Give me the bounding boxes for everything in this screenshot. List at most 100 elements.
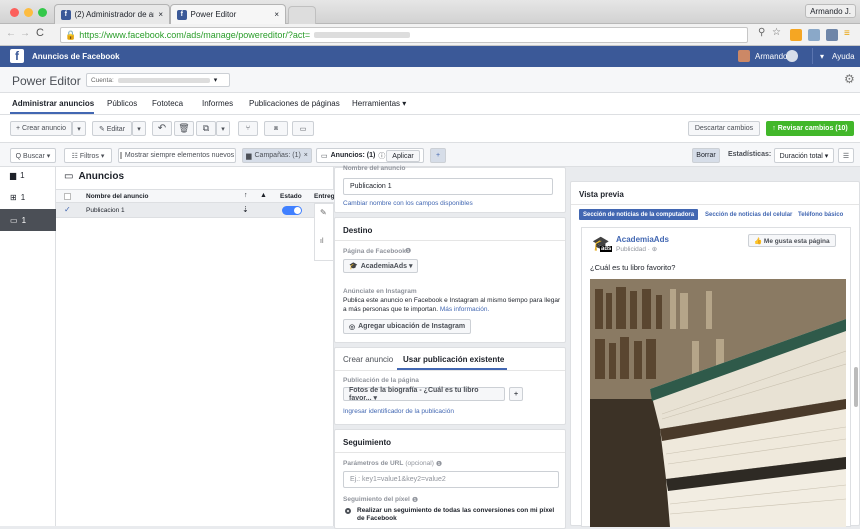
ad-name-card: Nombre del anuncio Publicacion 1 Cambiar…: [334, 165, 566, 213]
tab-administrar-anuncios[interactable]: Administrar anuncios: [12, 99, 94, 108]
rail-campaigns[interactable]: ▆ 1: [10, 171, 25, 180]
rules-icon[interactable]: ⧈: [264, 121, 288, 136]
pixel-radio[interactable]: [345, 508, 351, 514]
zoom-window-icon[interactable]: [38, 8, 47, 17]
columns-icon[interactable]: ☰: [838, 148, 854, 163]
gear-icon[interactable]: ⚙: [844, 72, 855, 86]
search-button[interactable]: Q Buscar ▾: [10, 148, 56, 163]
filters-button[interactable]: ☷ Filtros ▾: [64, 148, 112, 163]
more-info-link[interactable]: Más información.: [440, 306, 490, 313]
stats-select[interactable]: Duración total ▾: [774, 148, 834, 163]
user-name[interactable]: Armando: [755, 52, 787, 61]
new-tab-button[interactable]: [288, 6, 316, 24]
discard-changes-button[interactable]: Descartar cambios: [688, 121, 760, 136]
reload-icon[interactable]: C: [36, 27, 44, 39]
ad-icon: ▭: [64, 171, 74, 182]
extension-icon[interactable]: [808, 29, 820, 41]
split-icon[interactable]: ⑂: [238, 121, 258, 136]
tab-create-ad[interactable]: Crear anuncio: [343, 355, 393, 364]
account-selector[interactable]: Cuenta: ▾: [86, 73, 230, 87]
menu-icon[interactable]: ≡: [844, 28, 850, 39]
column-header-status[interactable]: Estado: [280, 193, 302, 200]
create-dropdown-button[interactable]: ▾: [72, 121, 86, 136]
url-input[interactable]: 🔒 https://www.facebook.com/ads/manage/po…: [60, 27, 748, 43]
forward-icon[interactable]: →: [20, 28, 30, 39]
undo-icon[interactable]: ↶: [152, 121, 172, 136]
globe-icon[interactable]: [786, 50, 798, 62]
extension-icon[interactable]: [826, 29, 838, 41]
power-editor-header: Power Editor Cuenta: ▾ ⚙: [0, 67, 860, 93]
add-instagram-button[interactable]: ◎ Agregar ubicación de Instagram: [343, 319, 472, 334]
preview-icon[interactable]: ▭: [292, 121, 314, 136]
tab-publicos[interactable]: Públicos: [107, 99, 137, 108]
table-row[interactable]: ✓ Publicacion 1 ⇣: [56, 203, 334, 218]
tab-herramientas[interactable]: Herramientas ▾: [352, 99, 406, 108]
sort-icon[interactable]: ↑: [244, 192, 248, 199]
trash-icon[interactable]: 🗑: [174, 121, 194, 136]
column-header-name[interactable]: Nombre del anuncio: [86, 193, 148, 200]
facebook-icon: f: [61, 9, 71, 20]
facebook-page-select[interactable]: 🎓 AcademiaAds ▾: [343, 259, 419, 273]
chart-icon[interactable]: ıl: [320, 238, 324, 245]
tab-fototeca[interactable]: Fototeca: [152, 99, 183, 108]
app-title[interactable]: Anuncios de Facebook: [32, 52, 120, 61]
browser-tab-admin[interactable]: f (2) Administrador de anunc ×: [54, 4, 170, 24]
apply-button[interactable]: Aplicar: [386, 150, 420, 162]
chevron-down-icon[interactable]: ▾: [820, 52, 824, 61]
tab-use-existing-post[interactable]: Usar publicación existente: [403, 355, 504, 364]
edit-button[interactable]: ✎ Editar: [92, 121, 132, 136]
page-name-link[interactable]: AcademiaAds: [616, 235, 669, 244]
add-filter-button[interactable]: +: [430, 148, 446, 163]
tab-publicaciones-paginas[interactable]: Publicaciones de páginas: [249, 99, 340, 108]
like-page-button[interactable]: 👍 Me gusta esta página: [748, 234, 836, 247]
rail-adsets[interactable]: ⊞ 1: [10, 193, 25, 202]
clear-button[interactable]: Borrar: [692, 148, 720, 163]
close-tab-icon[interactable]: ×: [158, 10, 163, 19]
facebook-logo-icon[interactable]: f: [10, 49, 24, 63]
review-changes-button[interactable]: ↑ Revisar cambios (10): [766, 121, 854, 136]
star-icon[interactable]: ☆: [772, 27, 781, 38]
duplicate-dropdown-button[interactable]: ▾: [216, 121, 230, 136]
pencil-icon[interactable]: ✎: [320, 208, 327, 217]
close-window-icon[interactable]: [10, 8, 19, 17]
browser-tab-bar: f (2) Administrador de anunc × f Power E…: [0, 0, 860, 24]
select-all-checkbox[interactable]: [64, 193, 71, 200]
column-header-delivery[interactable]: Entreg: [314, 193, 335, 200]
duplicate-icon[interactable]: ⧉: [196, 121, 216, 136]
tab-preview-basic-phone[interactable]: Teléfono básico: [798, 212, 843, 218]
close-icon[interactable]: ×: [304, 152, 308, 159]
divider: [812, 48, 813, 64]
edit-dropdown-button[interactable]: ▾: [132, 121, 146, 136]
create-ad-button[interactable]: + Crear anuncio: [10, 121, 72, 136]
always-show-new-toggle[interactable]: Mostrar siempre elementos nuevos: [118, 148, 236, 163]
close-tab-icon[interactable]: ×: [274, 10, 279, 19]
ad-name-cell[interactable]: Publicacion 1: [86, 207, 125, 214]
browser-user-label[interactable]: Armando J.: [805, 4, 856, 18]
redacted-account-name: [117, 77, 210, 83]
post-id-link[interactable]: Ingresar identificador de la publicación: [343, 408, 454, 415]
row-checkbox[interactable]: ✓: [64, 205, 71, 214]
tab-informes[interactable]: Informes: [202, 99, 233, 108]
rail-ads[interactable]: ▭ 1: [0, 209, 56, 231]
rename-link[interactable]: Cambiar nombre con los campos disponible…: [343, 200, 473, 207]
checkbox[interactable]: [119, 152, 122, 159]
scrollbar[interactable]: [854, 367, 858, 407]
tab-preview-mobile[interactable]: Sección de noticias del celular: [705, 212, 792, 218]
side-actions: ✎ ıl: [314, 203, 334, 261]
tab-preview-desktop[interactable]: Sección de noticias de la computadora: [579, 209, 699, 220]
back-icon[interactable]: ←: [6, 28, 16, 39]
sponsored-label: Publicidad · ⊕: [616, 246, 658, 253]
avatar[interactable]: [738, 50, 750, 62]
minimize-window-icon[interactable]: [24, 8, 33, 17]
search-icon[interactable]: ⚲: [758, 27, 765, 38]
help-link[interactable]: Ayuda: [832, 52, 855, 61]
browser-tab-power-editor[interactable]: f Power Editor ×: [170, 4, 286, 24]
page-post-select[interactable]: Fotos de la biografía - ¿Cuál es tu libr…: [343, 387, 505, 402]
campaigns-filter[interactable]: ▆ Campañas: (1) ×: [242, 148, 312, 163]
redacted-account-id: [314, 32, 411, 38]
extension-icon[interactable]: [790, 29, 802, 41]
status-toggle[interactable]: [282, 206, 302, 215]
url-params-input[interactable]: Ej.: key1=value1&key2=value2: [343, 471, 559, 488]
add-post-button[interactable]: +: [509, 387, 523, 401]
ad-name-input[interactable]: Publicacion 1: [343, 178, 553, 195]
